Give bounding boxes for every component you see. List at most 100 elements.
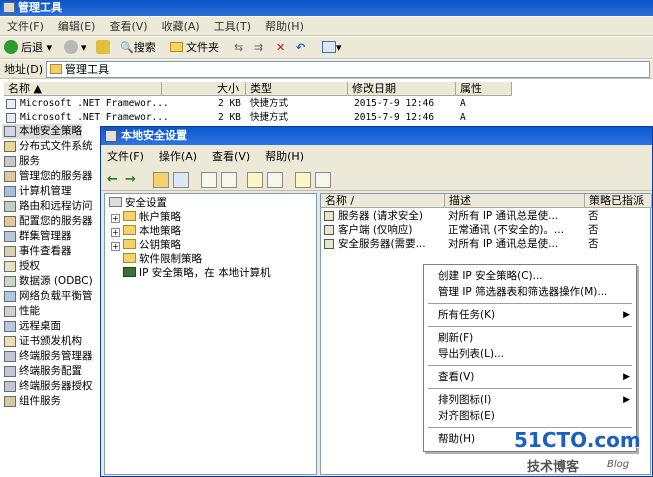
submenu-arrow-icon: ▶ <box>623 372 630 382</box>
tree-item[interactable]: 软件限制策略 <box>123 252 202 266</box>
terminal-licensing-icon <box>4 381 16 392</box>
search-button[interactable]: 🔍搜索 <box>120 40 156 56</box>
menu-favorites[interactable]: 收藏(A) <box>155 17 207 36</box>
forward-arrow-icon <box>64 40 78 54</box>
tree-item[interactable]: 本地策略 <box>123 224 181 238</box>
delete-icon[interactable]: ✕ <box>276 40 285 56</box>
table-row[interactable]: 安全服务器(需要... 对所有 IP 通讯总是使... 否 <box>321 237 650 251</box>
refresh-icon[interactable] <box>201 172 217 188</box>
context-menu: 创建 IP 安全策略(C)... 管理 IP 筛选器表和筛选器操作(M)... … <box>423 264 637 452</box>
list-item[interactable]: 授权 <box>2 259 40 274</box>
expand-icon[interactable]: + <box>111 242 120 251</box>
policy-icon <box>324 239 334 249</box>
show-tree-icon[interactable] <box>173 172 189 188</box>
security-settings-icon <box>105 130 117 142</box>
list-item[interactable]: 网络负载平衡管 <box>2 289 93 304</box>
menu-item-arrange-icons[interactable]: 排列图标(I) ▶ <box>424 392 636 408</box>
folders-button[interactable]: 文件夹 <box>170 40 219 56</box>
list-item[interactable]: 分布式文件系统 <box>2 139 93 154</box>
menu-item-line-up-icons[interactable]: 对齐图标(E) <box>424 408 636 424</box>
undo-icon[interactable]: ↶ <box>296 40 305 56</box>
mmc-menu-action[interactable]: 操作(A) <box>153 147 206 167</box>
menu-item-refresh[interactable]: 刷新(F) <box>424 330 636 346</box>
list-item[interactable]: 远程桌面 <box>2 319 61 334</box>
column-name[interactable]: 名称 ▲ <box>4 82 162 96</box>
shortcut-icon <box>6 113 16 123</box>
configure-server-icon <box>4 216 16 227</box>
expand-icon[interactable]: + <box>111 214 120 223</box>
menu-item-view[interactable]: 查看(V) ▶ <box>424 369 636 385</box>
menu-item-export-list[interactable]: 导出列表(L)... <box>424 346 636 362</box>
properties-icon[interactable] <box>267 172 283 188</box>
menu-help[interactable]: 帮助(H) <box>258 17 311 36</box>
list-item[interactable]: 终端服务管理器 <box>2 349 93 364</box>
services-icon <box>4 156 16 167</box>
tree-item[interactable]: 安全设置 <box>109 196 167 210</box>
column-type[interactable]: 类型 <box>246 82 348 96</box>
move-to-icon[interactable]: ⇆ <box>234 40 243 56</box>
mmc-menu-help[interactable]: 帮助(H) <box>259 147 313 167</box>
policy-icon[interactable] <box>295 172 311 188</box>
assign-icon[interactable] <box>315 172 331 188</box>
menu-item-manage-filters[interactable]: 管理 IP 筛选器表和筛选器操作(M)... <box>424 284 636 300</box>
table-row[interactable]: Microsoft .NET Framewor... 2 KB 快捷方式 201… <box>0 97 520 111</box>
search-icon: 🔍 <box>120 41 134 54</box>
back-button[interactable]: 后退 ▾ <box>4 40 52 56</box>
folders-icon <box>170 42 183 52</box>
explorer-title: 管理工具 <box>18 1 62 14</box>
menu-item-create-ip-policy[interactable]: 创建 IP 安全策略(C)... <box>424 268 636 284</box>
address-input[interactable]: 管理工具 <box>46 61 650 78</box>
column-size[interactable]: 大小 <box>162 82 246 96</box>
menu-tools[interactable]: 工具(T) <box>207 17 258 36</box>
menu-edit[interactable]: 编辑(E) <box>51 17 103 36</box>
table-row[interactable]: 客户端 (仅响应) 正常通讯 (不安全的)。... 否 <box>321 223 650 237</box>
copy-to-icon[interactable]: ⇉ <box>254 40 263 56</box>
list-item[interactable]: 组件服务 <box>2 394 61 409</box>
list-item[interactable]: 事件查看器 <box>2 244 72 259</box>
folder-icon <box>123 211 136 221</box>
views-button[interactable]: ▾ <box>322 40 342 56</box>
menu-separator <box>428 365 632 366</box>
forward-button[interactable]: ▾ <box>64 40 87 56</box>
list-item[interactable]: 群集管理器 <box>2 229 72 244</box>
list-item[interactable]: 性能 <box>2 304 40 319</box>
column-assigned[interactable]: 策略已指派 <box>585 194 652 208</box>
list-item[interactable]: 配置您的服务器 <box>2 214 93 229</box>
folder-icon <box>123 253 136 263</box>
table-row[interactable]: Microsoft .NET Framewor... 2 KB 快捷方式 201… <box>0 111 520 125</box>
column-attributes[interactable]: 属性 <box>456 82 512 96</box>
up-folder-button[interactable] <box>96 40 113 56</box>
event-viewer-icon <box>4 246 16 257</box>
list-item[interactable]: 计算机管理 <box>2 184 72 199</box>
menu-file[interactable]: 文件(F) <box>0 17 51 36</box>
column-modified[interactable]: 修改日期 <box>348 82 456 96</box>
back-arrow-icon[interactable]: ← <box>107 172 118 187</box>
tree-item[interactable]: IP 安全策略，在 本地计算机 <box>123 266 271 280</box>
column-description[interactable]: 描述 <box>445 194 585 208</box>
menu-view[interactable]: 查看(V) <box>102 17 154 36</box>
mmc-menu-file[interactable]: 文件(F) <box>101 147 153 167</box>
list-item[interactable]: 证书颁发机构 <box>2 334 82 349</box>
list-item[interactable]: 服务 <box>2 154 40 169</box>
mmc-menu-view[interactable]: 查看(V) <box>206 147 259 167</box>
forward-arrow-icon[interactable]: → <box>125 172 136 187</box>
up-level-icon[interactable] <box>153 172 169 188</box>
policy-icon <box>324 225 334 235</box>
settings-tree: 安全设置 + 帐户策略 + 本地策略 + 公钥策略 软件限制策略 IP 安全策略… <box>104 193 317 475</box>
list-item[interactable]: 终端服务配置 <box>2 364 82 379</box>
list-item[interactable]: 终端服务器授权 <box>2 379 93 394</box>
column-policy-name[interactable]: 名称 / <box>321 194 445 208</box>
list-item[interactable]: 数据源 (ODBC) <box>2 274 93 289</box>
table-row[interactable]: 服务器 (请求安全) 对所有 IP 通讯总是使... 否 <box>321 209 650 223</box>
watermark-sub: 技术博客 <box>527 460 580 475</box>
export-list-icon[interactable] <box>221 172 237 188</box>
list-item[interactable]: 路由和远程访问 <box>2 199 93 214</box>
expand-icon[interactable]: + <box>111 228 120 237</box>
list-item[interactable]: 管理您的服务器 <box>2 169 93 184</box>
views-icon <box>322 41 336 53</box>
help-icon[interactable] <box>247 172 263 188</box>
list-item[interactable]: 本地安全策略 <box>2 124 82 139</box>
tree-item[interactable]: 帐户策略 <box>123 210 181 224</box>
tree-item[interactable]: 公钥策略 <box>123 238 181 252</box>
menu-item-all-tasks[interactable]: 所有任务(K) ▶ <box>424 307 636 323</box>
